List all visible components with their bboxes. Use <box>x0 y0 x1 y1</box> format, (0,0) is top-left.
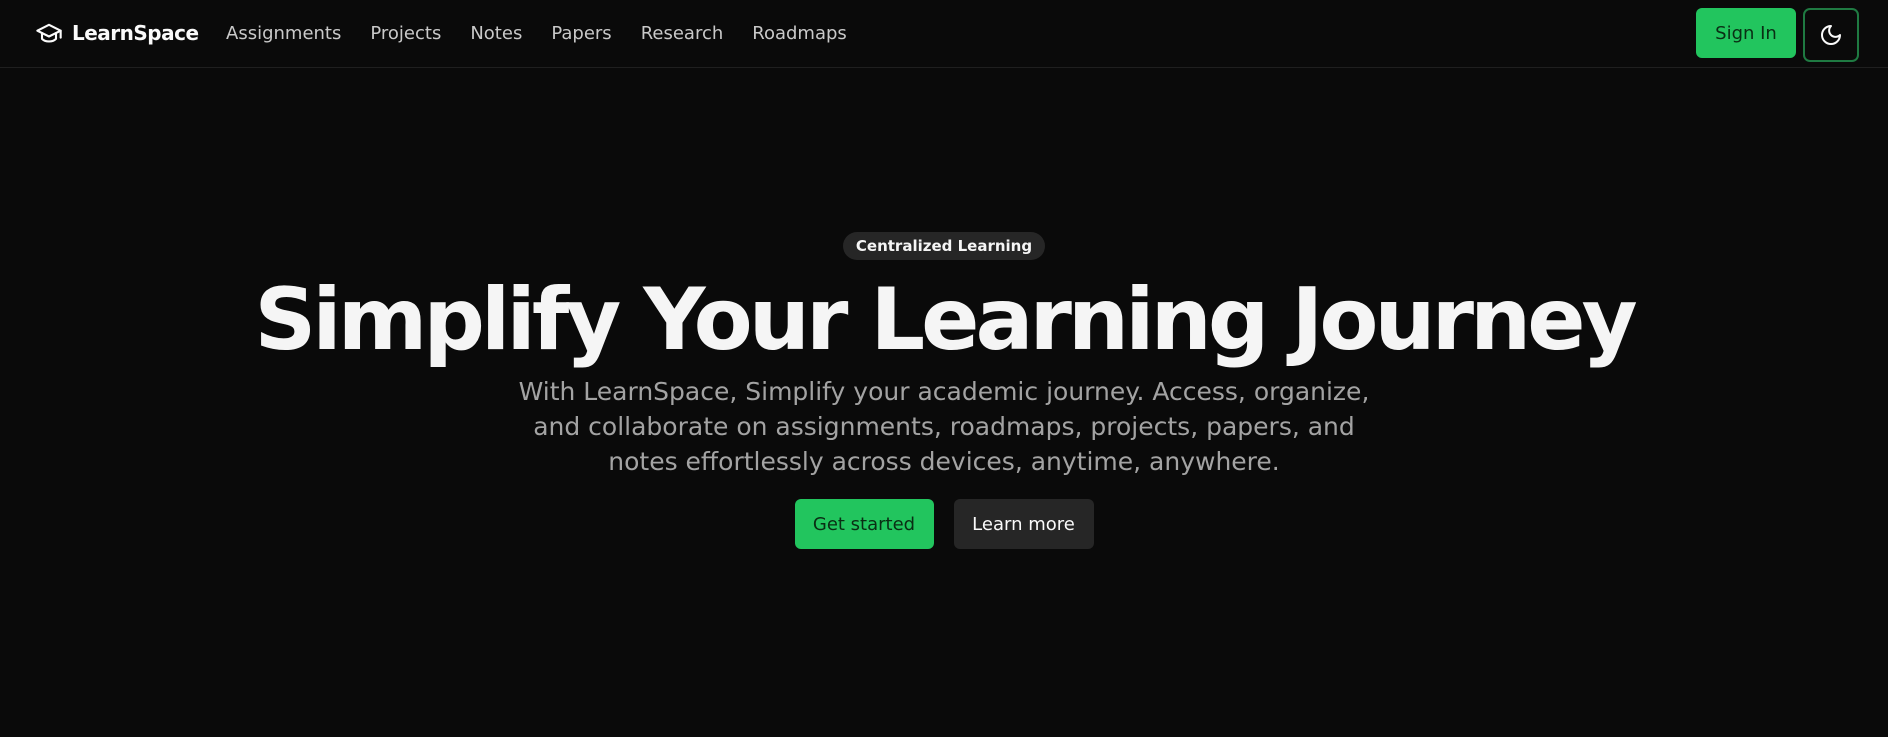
hero-title: Simplify Your Learning Journey <box>254 270 1637 370</box>
brand-name: LearnSpace <box>72 21 199 45</box>
top-navbar: LearnSpace Assignments Projects Notes Pa… <box>0 0 1888 68</box>
sign-in-button[interactable]: Sign In <box>1696 8 1796 58</box>
hero-description: With LearnSpace, Simplify your academic … <box>518 377 1370 476</box>
learn-more-button[interactable]: Learn more <box>953 499 1094 549</box>
nav-link-research[interactable]: Research <box>641 23 724 44</box>
nav-link-papers[interactable]: Papers <box>551 23 611 44</box>
nav-link-projects[interactable]: Projects <box>370 23 441 44</box>
hero-badge: Centralized Learning <box>842 232 1046 260</box>
hero-cta-group: Get started Learn more <box>794 499 1094 549</box>
nav-link-assignments[interactable]: Assignments <box>226 23 341 44</box>
brand-logo-link[interactable]: LearnSpace <box>35 18 199 48</box>
graduation-cap-icon <box>36 23 62 43</box>
get-started-button[interactable]: Get started <box>794 499 934 549</box>
hero-section: Centralized Learning Simplify Your Learn… <box>0 232 1888 549</box>
theme-toggle-button[interactable] <box>1803 8 1859 62</box>
nav-link-roadmaps[interactable]: Roadmaps <box>752 23 847 44</box>
moon-icon <box>1821 25 1841 45</box>
main-nav: Assignments Projects Notes Papers Resear… <box>226 19 847 47</box>
nav-link-notes[interactable]: Notes <box>470 23 522 44</box>
